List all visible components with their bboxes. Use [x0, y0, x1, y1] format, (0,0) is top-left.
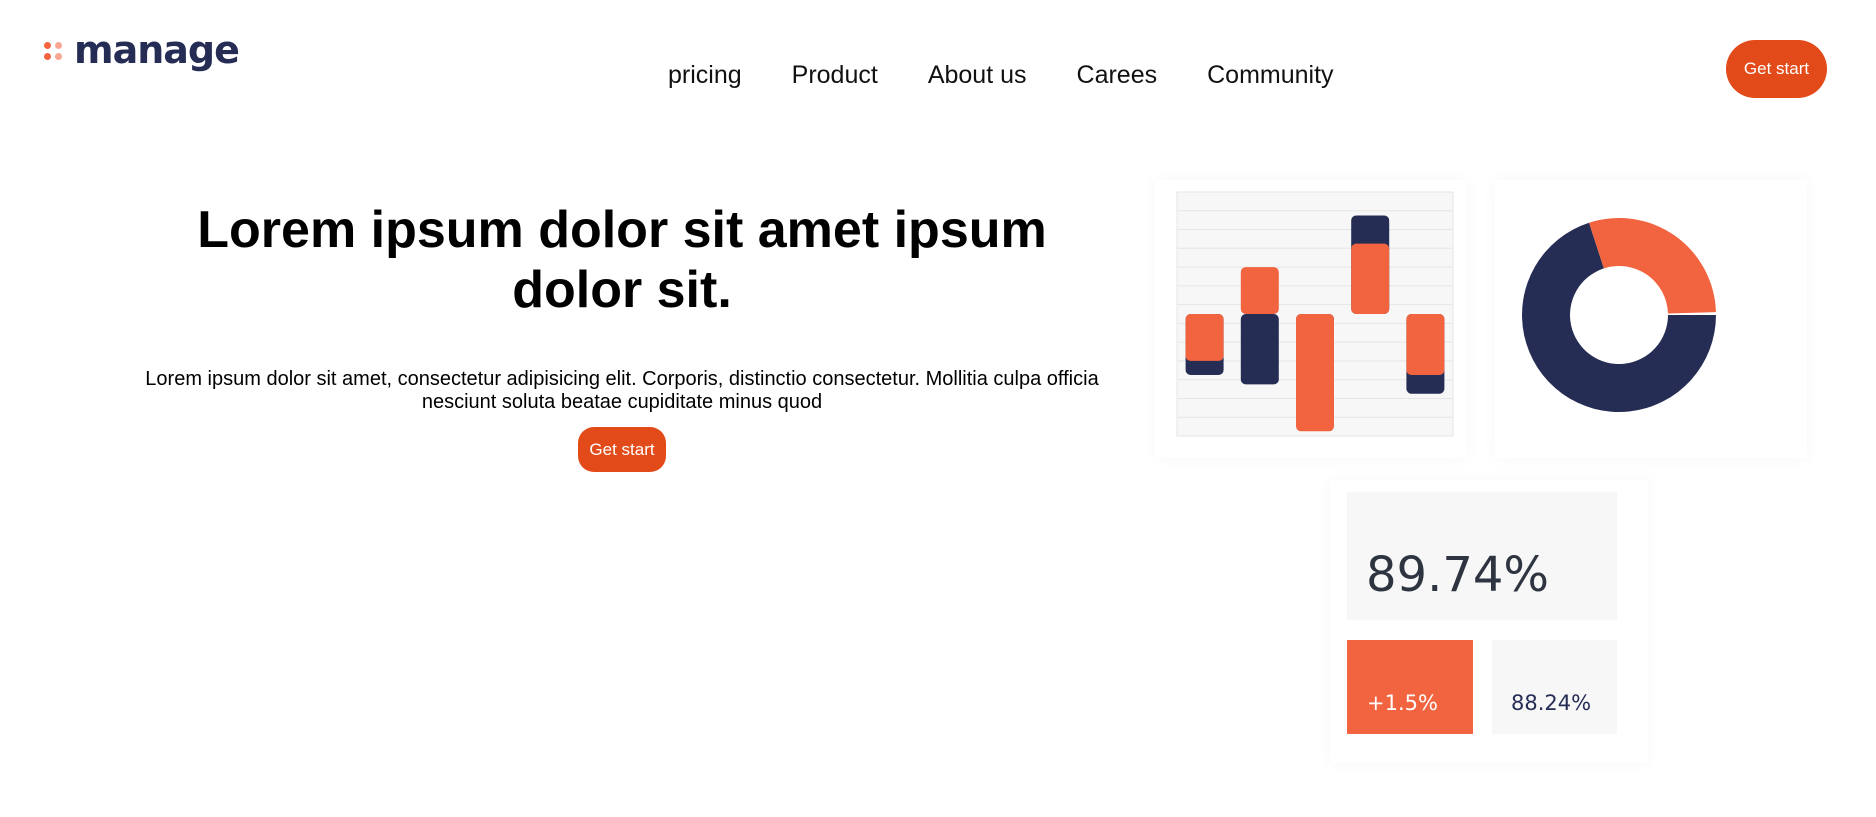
donut-chart: [1522, 218, 1716, 412]
secondary-stat-value: 88.24%: [1511, 691, 1592, 715]
stats-card: 89.74% +1.5% 88.24%: [1330, 480, 1648, 763]
main-nav: pricing Product About us Carees Communit…: [668, 60, 1384, 90]
hero-title: Lorem ipsum dolor sit amet ipsum dolor s…: [197, 201, 1047, 319]
donut-slice-2: [1589, 218, 1716, 314]
main-stat-tile: 89.74%: [1347, 492, 1617, 620]
hero-section: Lorem ipsum dolor sit amet ipsum dolor s…: [130, 200, 1114, 414]
header-get-start-button[interactable]: Get start: [1726, 40, 1827, 98]
nav-item-pricing[interactable]: pricing: [668, 60, 742, 90]
brand-logo[interactable]: manage: [44, 28, 240, 72]
hero-description: Lorem ipsum dolor sit amet, consectetur …: [145, 368, 1099, 413]
hero-get-start-button[interactable]: Get start: [578, 427, 666, 472]
bar-chart-card: [1155, 180, 1467, 458]
bar-series-1-2: [1240, 314, 1279, 385]
change-stat-value: +1.5%: [1367, 691, 1438, 715]
nav-item-product[interactable]: Product: [792, 60, 878, 90]
bar-series-2-2: [1240, 267, 1279, 314]
bar-series-2-5: [1406, 314, 1445, 375]
bar-series-2-4: [1351, 243, 1390, 314]
change-stat-tile: +1.5%: [1347, 640, 1473, 734]
donut-chart-card: [1495, 180, 1807, 458]
nav-item-community[interactable]: Community: [1207, 60, 1333, 90]
bar-chart: [1176, 191, 1454, 437]
logo-dots-icon: [44, 36, 66, 64]
nav-item-about-us[interactable]: About us: [928, 60, 1027, 90]
bar-series-2-3: [1296, 314, 1334, 432]
bar-series-2-1: [1185, 314, 1224, 361]
main-stat-value: 89.74%: [1366, 547, 1550, 603]
nav-item-carees[interactable]: Carees: [1077, 60, 1158, 90]
brand-name: manage: [74, 28, 240, 72]
secondary-stat-tile: 88.24%: [1492, 640, 1617, 734]
